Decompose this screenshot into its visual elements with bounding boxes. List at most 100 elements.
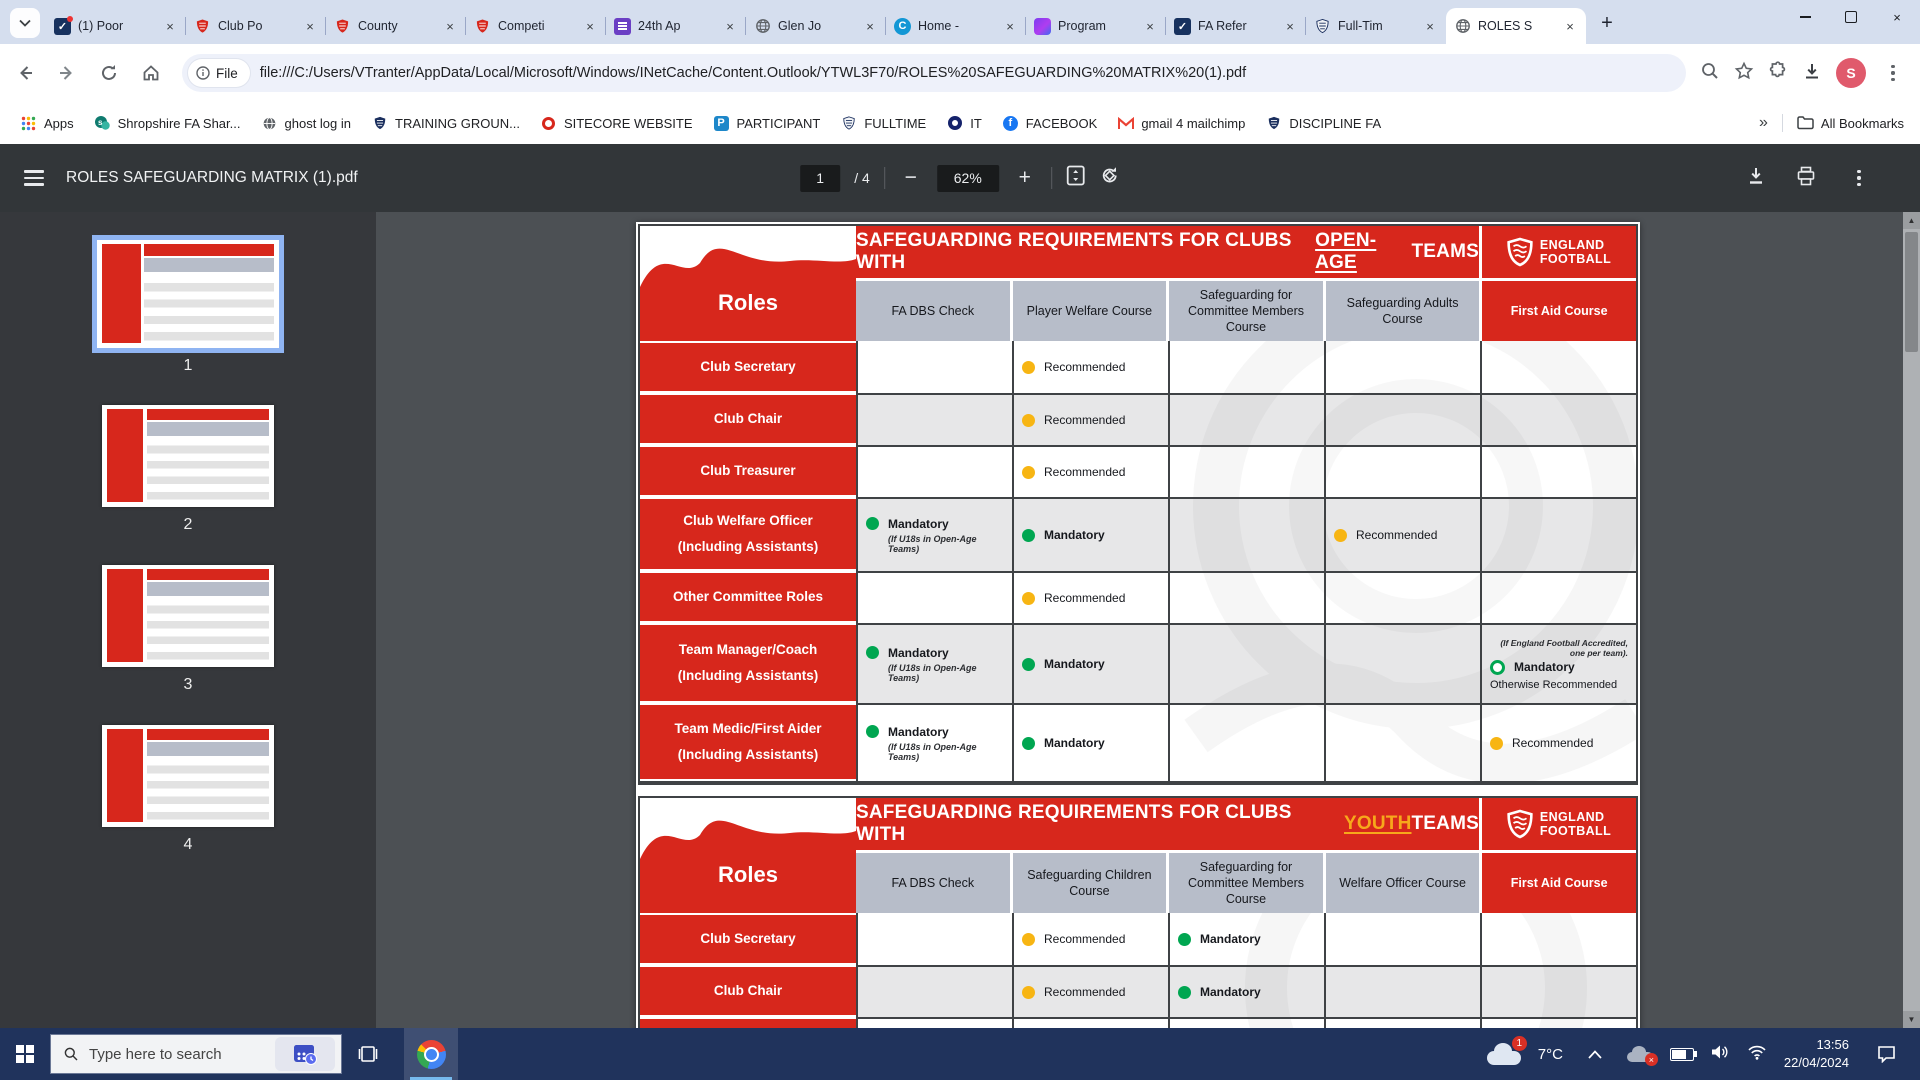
tab-fulltime[interactable]: Full-Tim × [1306,8,1446,44]
taskbar-search-box[interactable]: Type here to search [50,1034,342,1074]
tab-close-icon[interactable]: × [1142,18,1158,34]
tab-close-icon[interactable]: × [582,18,598,34]
temperature-label[interactable]: 7°C [1538,1046,1563,1063]
home-button[interactable] [134,56,168,90]
file-scheme-chip[interactable]: File [188,59,250,87]
bookmark-training-ground[interactable]: TRAINING GROUN... [371,115,520,132]
window-close-button[interactable]: × [1874,0,1920,34]
bookmark-participant[interactable]: P PARTICIPANT [713,115,821,132]
tab-close-icon[interactable]: × [302,18,318,34]
tab-close-icon[interactable]: × [162,18,178,34]
tab-county[interactable]: County × [326,8,466,44]
pdf-more-icon[interactable] [1846,170,1872,186]
zoom-lens-icon[interactable] [1700,61,1720,86]
fa-crest-red-icon [194,18,211,35]
tray-expand-chevron[interactable] [1580,1034,1610,1074]
zoom-in-button[interactable]: + [1013,166,1037,190]
tab-close-icon[interactable]: × [1422,18,1438,34]
page-number-input[interactable]: 1 [800,165,840,192]
window-minimize-button[interactable] [1782,0,1828,34]
fit-page-button[interactable] [1066,165,1085,191]
tab-24th-april[interactable]: 24th Ap × [606,8,746,44]
thumbnail-page-1[interactable]: 1 [97,240,279,375]
back-button[interactable] [8,56,42,90]
bookmark-star-icon[interactable] [1734,61,1754,86]
england-football-logo: ENGLANDFOOTBALL [1482,798,1636,850]
window-controls: × [1782,0,1920,34]
thumbnail-page-4[interactable]: 4 [102,725,274,854]
bookmark-ghost[interactable]: ghost log in [261,115,352,132]
bookmark-gmail[interactable]: gmail 4 mailchimp [1117,115,1245,132]
address-bar[interactable]: File file:///C:/Users/VTranter/AppData/L… [182,54,1686,92]
all-bookmarks-button[interactable]: All Bookmarks [1797,115,1904,132]
tab-close-icon[interactable]: × [1562,18,1578,34]
scroll-down-arrow[interactable]: ▼ [1903,1011,1920,1028]
window-maximize-button[interactable] [1828,0,1874,34]
tab-competitions[interactable]: Competi × [466,8,606,44]
zoom-level-input[interactable]: 62% [937,165,999,192]
url-text[interactable]: file:///C:/Users/VTranter/AppData/Local/… [260,65,1246,81]
tab-poor[interactable]: ✓ (1) Poor × [46,8,186,44]
weather-icon[interactable]: 1 [1487,1043,1521,1065]
tab-close-icon[interactable]: × [862,18,878,34]
fa-crest-navy-icon [840,115,857,132]
tab-close-icon[interactable]: × [1002,18,1018,34]
mandatory-dot [1022,529,1035,542]
recommended-dot [1022,466,1035,479]
tab-fa-referee[interactable]: ✓ FA Refer × [1166,8,1306,44]
bookmark-label: FACEBOOK [1026,116,1098,131]
thumbnail-page-2[interactable]: 2 [102,405,274,534]
apps-grid-icon [20,115,37,132]
bookmark-sharepoint[interactable]: s Shropshire FA Shar... [94,115,241,132]
table-row: Team Manager/Coach(Including Assistants)… [640,623,1636,703]
pdf-vertical-scrollbar[interactable]: ▲ ▼ [1903,212,1920,1028]
thumbnail-page-3[interactable]: 3 [102,565,274,694]
tab-club-portal[interactable]: Club Po × [186,8,326,44]
volume-icon[interactable] [1711,1044,1730,1065]
bookmark-apps[interactable]: Apps [20,115,74,132]
tab-close-icon[interactable]: × [442,18,458,34]
scroll-up-arrow[interactable]: ▲ [1903,212,1920,229]
downloads-icon[interactable] [1802,61,1822,86]
bookmark-facebook[interactable]: f FACEBOOK [1002,115,1098,132]
new-tab-button[interactable]: + [1592,8,1622,38]
navy-ring-icon [946,115,963,132]
bookmark-it[interactable]: IT [946,115,982,132]
todo-check-icon: ✓ [1174,18,1191,35]
reload-button[interactable] [92,56,126,90]
tab-close-icon[interactable]: × [722,18,738,34]
tab-glen[interactable]: Glen Jo × [746,8,886,44]
tab-close-icon[interactable]: × [1282,18,1298,34]
browser-menu-icon[interactable] [1880,65,1906,81]
onedrive-error-icon[interactable]: × [1627,1046,1653,1062]
taskbar-clock[interactable]: 13:56 22/04/2024 [1784,1036,1849,1071]
action-center-icon[interactable] [1866,1034,1906,1074]
wifi-icon[interactable] [1747,1044,1767,1065]
start-button[interactable] [0,1028,50,1080]
task-view-button[interactable] [342,1028,394,1080]
taskbar-chrome-button[interactable] [404,1028,458,1080]
bookmark-sitecore[interactable]: SITECORE WEBSITE [540,115,693,132]
battery-icon[interactable] [1670,1048,1694,1061]
tab-title: Full-Tim [1338,19,1422,33]
pdf-print-icon[interactable] [1796,166,1816,191]
pdf-download-icon[interactable] [1746,166,1766,191]
table-row: Club Secretary Recommended [640,341,1636,393]
pdf-menu-icon[interactable] [24,166,44,189]
tab-home[interactable]: C Home - × [886,8,1026,44]
forward-button[interactable] [50,56,84,90]
bookmark-discipline[interactable]: DISCIPLINE FA [1265,115,1381,132]
bookmark-fulltime[interactable]: FULLTIME [840,115,926,132]
scrollbar-thumb[interactable] [1905,232,1918,352]
table-row: Other Committee Roles Recommended [640,571,1636,623]
extensions-puzzle-icon[interactable] [1768,61,1788,86]
rotate-button[interactable] [1099,165,1120,191]
zoom-out-button[interactable]: − [899,166,923,190]
search-highlight-icon[interactable] [275,1037,335,1071]
tab-search-button[interactable] [10,8,40,38]
tab-programme[interactable]: Program × [1026,8,1166,44]
tab-title: Program [1058,19,1142,33]
tab-roles-active[interactable]: ROLES S × [1446,8,1586,44]
bookmarks-overflow-chevron[interactable]: » [1759,114,1768,132]
profile-avatar[interactable]: S [1836,58,1866,88]
